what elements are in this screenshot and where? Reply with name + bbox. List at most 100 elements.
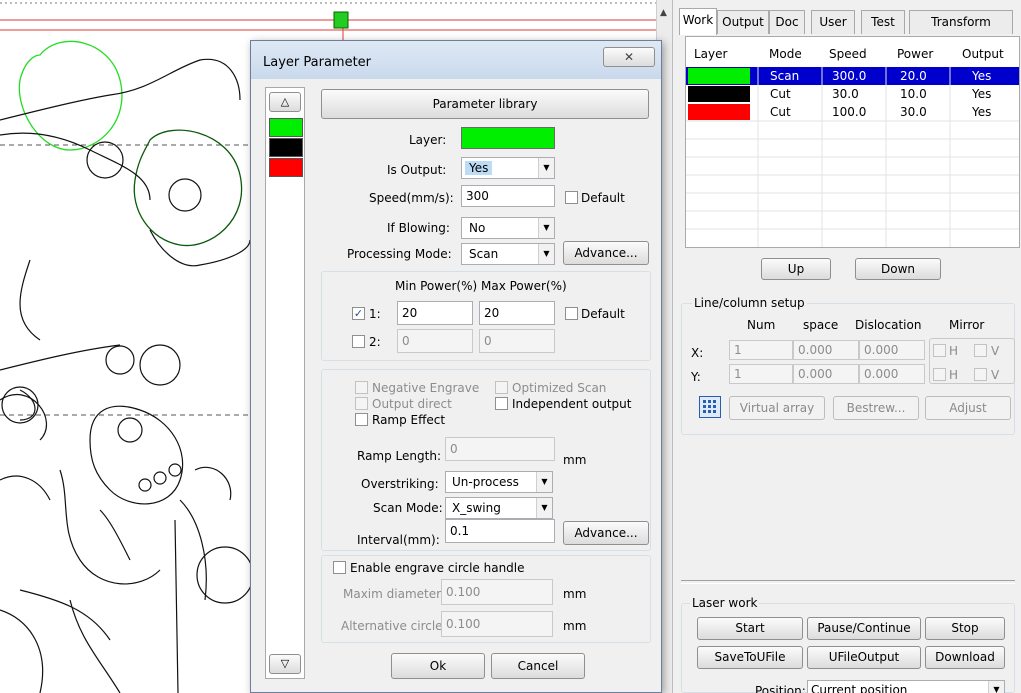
down-button[interactable]: Down bbox=[855, 258, 941, 280]
ramp-effect-checkbox[interactable] bbox=[355, 413, 368, 426]
y-num-input[interactable]: 1 bbox=[729, 364, 793, 384]
output-direct-label: Output direct bbox=[372, 397, 452, 411]
enable-circle-checkbox[interactable] bbox=[333, 561, 346, 574]
y-dislocation-input[interactable]: 0.000 bbox=[859, 364, 925, 384]
speed-input[interactable]: 300 bbox=[461, 185, 555, 207]
adjust-button[interactable]: Adjust bbox=[925, 396, 1011, 420]
close-button[interactable]: ✕ bbox=[603, 47, 655, 67]
is-output-value: Yes bbox=[465, 161, 493, 175]
power1-checkbox[interactable]: ✓ bbox=[352, 307, 365, 320]
power1-min-input[interactable]: 20 bbox=[397, 301, 473, 325]
y-mirror-h-label: H bbox=[949, 368, 959, 382]
x-mirror-h-checkbox[interactable] bbox=[933, 344, 946, 357]
enable-circle-label: Enable engrave circle handle bbox=[350, 561, 525, 575]
ok-button[interactable]: Ok bbox=[391, 653, 485, 679]
x-mirror-v-checkbox[interactable] bbox=[974, 344, 987, 357]
y-mirror-h-checkbox[interactable] bbox=[933, 368, 946, 381]
output-direct-checkbox[interactable] bbox=[355, 397, 368, 410]
power2-checkbox[interactable] bbox=[352, 335, 365, 348]
col-power: Power bbox=[897, 47, 934, 61]
interval-label: Interval(mm): bbox=[357, 533, 440, 547]
negative-engrave-checkbox[interactable] bbox=[355, 381, 368, 394]
layer-parameter-dialog: Layer Parameter ✕ △ ▽ Parameter library … bbox=[250, 40, 662, 693]
power1-max-input[interactable]: 20 bbox=[479, 301, 555, 325]
save-to-ufile-button[interactable]: SaveToUFile bbox=[697, 646, 803, 669]
is-output-select[interactable]: Yes ▼ bbox=[461, 157, 555, 179]
close-icon: ✕ bbox=[623, 50, 635, 64]
position-select[interactable]: Current position ▼ bbox=[807, 680, 1005, 693]
power-default-checkbox[interactable] bbox=[565, 307, 578, 320]
grid-array-icon[interactable] bbox=[699, 396, 721, 418]
splitter[interactable] bbox=[681, 580, 1015, 584]
advance-button-1[interactable]: Advance... bbox=[563, 241, 649, 265]
layer-label: Layer: bbox=[409, 133, 447, 147]
x-dislocation-input[interactable]: 0.000 bbox=[859, 340, 925, 360]
layer-swatch[interactable] bbox=[269, 158, 303, 177]
pause-continue-button[interactable]: Pause/Continue bbox=[807, 617, 921, 640]
download-button[interactable]: Download bbox=[925, 646, 1005, 669]
if-blowing-select[interactable]: No ▼ bbox=[461, 217, 555, 239]
x-space-input[interactable]: 0.000 bbox=[793, 340, 859, 360]
tab-doc[interactable]: Doc bbox=[769, 10, 805, 34]
tab-output[interactable]: Output bbox=[717, 10, 769, 34]
x-mirror-v-label: V bbox=[991, 344, 1000, 358]
line-column-title: Line/column setup bbox=[692, 296, 807, 310]
virtual-array-button[interactable]: Virtual array bbox=[729, 396, 825, 420]
power-default-label: Default bbox=[581, 307, 625, 321]
chevron-down-icon: ▼ bbox=[538, 218, 554, 238]
processing-mode-select[interactable]: Scan ▼ bbox=[461, 243, 555, 265]
col-mirror-label: Mirror bbox=[949, 318, 985, 332]
power2-min-input[interactable]: 0 bbox=[397, 329, 473, 353]
maxim-diameter-input[interactable]: 0.100 bbox=[441, 579, 553, 605]
position-label: Position: bbox=[755, 684, 806, 693]
tab-work[interactable]: Work bbox=[679, 8, 717, 35]
triangle-down-icon: ▽ bbox=[280, 657, 290, 670]
interval-input[interactable]: 0.1 bbox=[445, 519, 555, 543]
ufile-output-button[interactable]: UFileOutput bbox=[807, 646, 921, 669]
independent-output-checkbox[interactable] bbox=[495, 397, 508, 410]
scan-mode-label: Scan Mode: bbox=[373, 501, 443, 515]
y-mirror-v-checkbox[interactable] bbox=[974, 368, 987, 381]
start-button[interactable]: Start bbox=[697, 617, 803, 640]
y-space-input[interactable]: 0.000 bbox=[793, 364, 859, 384]
cancel-button[interactable]: Cancel bbox=[491, 653, 585, 679]
layer-up-button[interactable]: △ bbox=[269, 92, 301, 112]
optimized-scan-label: Optimized Scan bbox=[512, 381, 607, 395]
triangle-up-icon: △ bbox=[280, 95, 290, 108]
tab-user[interactable]: User bbox=[811, 10, 855, 34]
negative-engrave-label: Negative Engrave bbox=[372, 381, 480, 395]
ramp-length-input[interactable]: 0 bbox=[445, 437, 555, 461]
maxim-diameter-unit: mm bbox=[563, 587, 587, 601]
power2-max-input[interactable]: 0 bbox=[479, 329, 555, 353]
parameter-library-button[interactable]: Parameter library bbox=[321, 89, 649, 119]
overstriking-value: Un-process bbox=[452, 475, 519, 489]
scroll-up-icon[interactable]: ▲ bbox=[660, 8, 667, 18]
tab-transform[interactable]: Transform bbox=[909, 10, 1013, 34]
speed-default-checkbox[interactable] bbox=[565, 191, 578, 204]
speed-label: Speed(mm/s): bbox=[369, 191, 454, 205]
bestrew-button[interactable]: Bestrew... bbox=[833, 396, 919, 420]
optimized-scan-checkbox[interactable] bbox=[495, 381, 508, 394]
stop-button[interactable]: Stop bbox=[925, 617, 1005, 640]
speed-default-label: Default bbox=[581, 191, 625, 205]
scan-mode-value: X_swing bbox=[452, 501, 501, 515]
layer-color-swatch[interactable] bbox=[461, 127, 555, 149]
power1-label: 1: bbox=[369, 307, 381, 321]
if-blowing-label: If Blowing: bbox=[387, 221, 450, 235]
layer-swatch[interactable] bbox=[269, 138, 303, 157]
col-space-label: space bbox=[803, 318, 839, 332]
chevron-down-icon: ▼ bbox=[536, 472, 552, 492]
up-button[interactable]: Up bbox=[761, 258, 831, 280]
layer-down-button[interactable]: ▽ bbox=[269, 654, 301, 674]
ramp-length-label: Ramp Length: bbox=[357, 449, 441, 463]
alt-circle-input[interactable]: 0.100 bbox=[441, 611, 553, 637]
tab-test[interactable]: Test bbox=[861, 10, 905, 34]
col-mode: Mode bbox=[769, 47, 802, 61]
x-num-input[interactable]: 1 bbox=[729, 340, 793, 360]
x-label: X: bbox=[691, 346, 704, 360]
overstriking-select[interactable]: Un-process ▼ bbox=[445, 471, 553, 493]
scan-mode-select[interactable]: X_swing ▼ bbox=[445, 497, 553, 519]
advance-button-2[interactable]: Advance... bbox=[563, 521, 649, 545]
y-mirror-v-label: V bbox=[991, 368, 1000, 382]
layer-swatch[interactable] bbox=[269, 118, 303, 137]
